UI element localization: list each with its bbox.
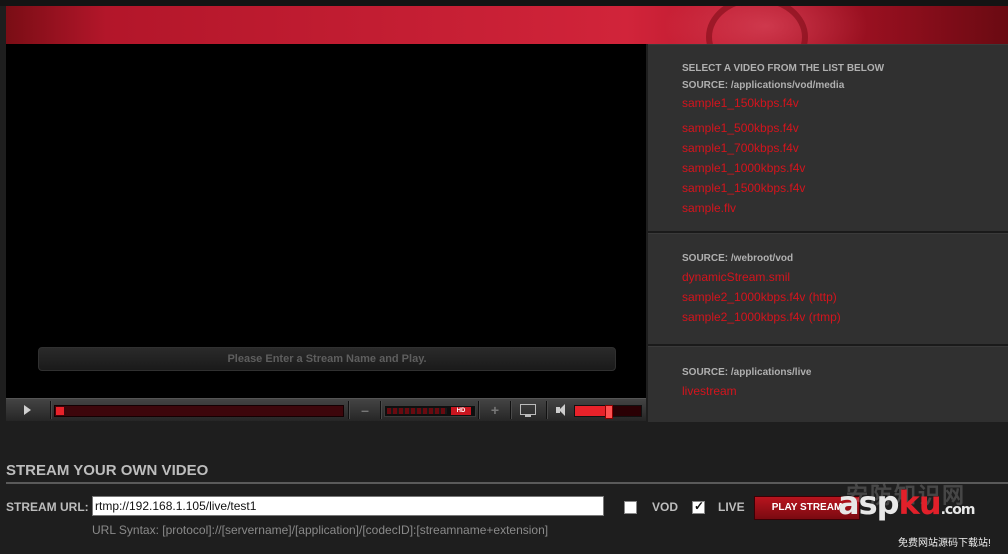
watermark: 安防知识网 aspku.com 免费网站源码下载站! <box>838 483 1008 554</box>
volume-level <box>575 406 609 416</box>
player-controls: – HD + <box>6 398 646 421</box>
fullscreen-button[interactable] <box>514 399 542 421</box>
watermark-brand: asp <box>838 484 900 522</box>
live-checkbox[interactable]: ✓ <box>692 499 705 514</box>
seek-bar[interactable] <box>54 405 344 417</box>
source-label: SOURCE: /webroot/vod <box>682 253 794 264</box>
quality-bars <box>387 408 447 414</box>
playlist-section-vod-media: SELECT A VIDEO FROM THE LIST BELOW SOURC… <box>648 44 1008 233</box>
watermark-domain: .com <box>940 502 976 518</box>
divider <box>348 401 350 419</box>
video-link[interactable]: livestream <box>682 384 737 398</box>
stream-url-input[interactable] <box>92 496 604 516</box>
divider <box>510 401 512 419</box>
volume-slider[interactable] <box>574 405 642 419</box>
source-label: SOURCE: /applications/live <box>682 367 812 378</box>
url-syntax-hint: URL Syntax: [protocol]://[servername]/[a… <box>92 523 549 537</box>
playlist-heading: SELECT A VIDEO FROM THE LIST BELOW <box>682 63 885 74</box>
video-link[interactable]: sample1_500kbps.f4v <box>682 121 799 135</box>
source-label: SOURCE: /applications/vod/media <box>682 80 845 91</box>
video-link[interactable]: dynamicStream.smil <box>682 270 790 284</box>
banner-graphic-ring <box>706 6 808 44</box>
mute-button[interactable] <box>552 399 572 421</box>
stream-url-label: STREAM URL: <box>6 500 89 514</box>
play-button[interactable] <box>6 399 50 421</box>
divider <box>478 401 480 419</box>
seek-handle[interactable] <box>56 407 64 415</box>
divider <box>380 401 382 419</box>
video-link[interactable]: sample2_1000kbps.f4v (http) <box>682 290 837 304</box>
hd-badge: HD <box>451 407 471 415</box>
live-label: LIVE <box>718 500 745 514</box>
playlist-section-live: SOURCE: /applications/live livestream <box>648 346 1008 422</box>
playlist-section-webroot: SOURCE: /webroot/vod dynamicStream.smil … <box>648 233 1008 346</box>
quality-meter: HD <box>384 405 476 417</box>
vod-checkbox[interactable] <box>624 501 637 514</box>
video-link[interactable]: sample1_150kbps.f4v <box>682 96 799 110</box>
volume-handle[interactable] <box>605 405 613 419</box>
divider <box>50 401 52 419</box>
video-link[interactable]: sample2_1000kbps.f4v (rtmp) <box>682 310 841 324</box>
play-icon <box>24 405 31 415</box>
check-icon: ✓ <box>694 499 705 513</box>
vod-label: VOD <box>652 500 679 514</box>
quality-down-button[interactable]: – <box>352 399 378 421</box>
video-link[interactable]: sample1_1500kbps.f4v <box>682 181 805 195</box>
speaker-cone-icon <box>559 404 565 416</box>
watermark-brand-accent: ku <box>898 484 942 522</box>
quality-up-button[interactable]: + <box>482 399 508 421</box>
playlist-panel: SELECT A VIDEO FROM THE LIST BELOW SOURC… <box>648 44 1008 422</box>
fullscreen-icon <box>520 404 536 417</box>
video-link[interactable]: sample1_1000kbps.f4v <box>682 161 805 175</box>
video-screen[interactable]: Please Enter a Stream Name and Play. <box>6 44 646 398</box>
header-banner <box>6 6 1008 44</box>
player-message: Please Enter a Stream Name and Play. <box>38 347 616 371</box>
watermark-logo: aspku.com <box>838 484 976 529</box>
watermark-tagline: 免费网站源码下载站! <box>898 538 991 549</box>
video-link[interactable]: sample.flv <box>682 201 736 215</box>
divider <box>546 401 548 419</box>
video-link[interactable]: sample1_700kbps.f4v <box>682 141 799 155</box>
